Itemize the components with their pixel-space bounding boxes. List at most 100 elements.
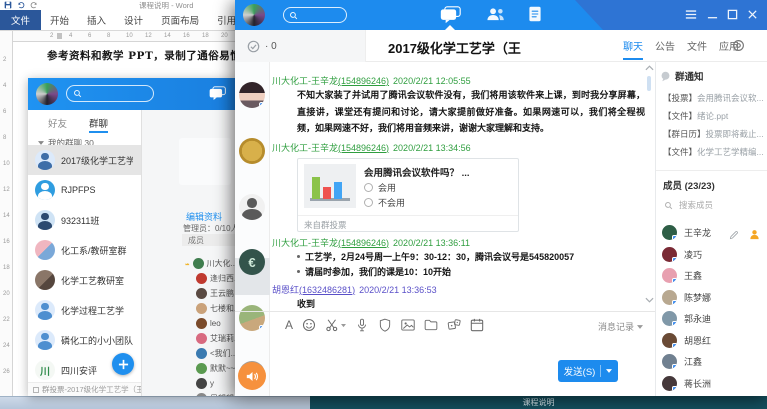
poll-card[interactable]: 会用腾讯会议软件吗？ ...会用不会用来自群投票 (297, 158, 519, 232)
mic-icon[interactable] (355, 318, 369, 332)
screenshot-icon[interactable] (325, 318, 346, 332)
contacts-tab-icon[interactable] (485, 6, 506, 23)
sender-qq-link[interactable]: (154896246) (338, 76, 389, 86)
profile-member-row[interactable]: 默默~~ (142, 361, 235, 376)
guard-icon[interactable] (378, 318, 392, 332)
word-tab[interactable]: 页面布局 (152, 10, 208, 30)
redo-icon[interactable] (30, 1, 38, 9)
gear-icon[interactable] (732, 39, 745, 52)
add-group-button[interactable] (112, 353, 134, 375)
group-list-item[interactable]: RJPFPS (28, 175, 141, 205)
send-button[interactable]: 发送(S) (558, 360, 618, 382)
poll-title: 会用腾讯会议软件吗？ ... (364, 165, 470, 179)
profile-member-row[interactable]: 七楼和.. (142, 301, 235, 316)
group-list-item[interactable]: 磷化工的小小团队 (28, 325, 141, 355)
user-avatar[interactable] (36, 83, 58, 105)
word-tab[interactable]: 文件 (0, 10, 41, 30)
session-avatar[interactable] (239, 82, 265, 108)
emoji-icon[interactable] (302, 318, 316, 332)
radio-icon[interactable] (364, 183, 373, 192)
group-list-item[interactable]: 932311班 (28, 205, 141, 235)
notice-item[interactable]: 【群日历】投票即将截止... (663, 125, 765, 143)
qq-search-input[interactable] (66, 85, 154, 102)
word-tab[interactable]: 开始 (41, 10, 78, 30)
group-list-item[interactable]: 化学过程工艺学 (28, 295, 141, 325)
profile-member-row[interactable]: <我们.. (142, 346, 235, 361)
profile-member-row[interactable]: leo (142, 316, 235, 331)
member-row[interactable]: 陈梦娜 (656, 287, 767, 309)
pencil-icon[interactable] (729, 227, 739, 245)
member-row[interactable]: 蒋长洲 (656, 373, 767, 395)
sender-name[interactable]: 川大化工-王辛龙 (272, 143, 338, 153)
chevron-down-icon[interactable] (645, 297, 654, 303)
sender-name[interactable]: 胡恩红 (272, 285, 299, 295)
chat-tab[interactable]: 公告 (655, 38, 675, 60)
qq-tab-friends[interactable]: 好友 (48, 116, 67, 133)
maximize-icon[interactable] (727, 9, 738, 20)
poll-option[interactable]: 不会用 (364, 196, 405, 209)
sender-qq-link[interactable]: (1632486281) (299, 285, 355, 295)
radio-icon[interactable] (364, 198, 373, 207)
chat-search-input[interactable] (283, 7, 347, 23)
checkin-chip[interactable]: · 0 (235, 30, 366, 62)
member-row[interactable]: 江鑫 (656, 351, 767, 373)
user-avatar[interactable] (243, 4, 265, 26)
ruler-number: 22 (3, 317, 10, 323)
minimize-icon[interactable] (707, 9, 718, 20)
member-row[interactable]: 胡恩红 (656, 330, 767, 352)
profile-member-row[interactable]: 王云鹏 (142, 286, 235, 301)
input-area[interactable]: A 消息记录 发送(S) (270, 311, 655, 396)
chat-tab[interactable]: 聊天 (623, 38, 643, 60)
profile-member-row[interactable]: 川大化.. (142, 256, 235, 271)
shake-icon[interactable] (447, 318, 461, 332)
save-icon[interactable] (4, 1, 12, 9)
chat-tab-icon[interactable] (440, 6, 461, 24)
member-search-input[interactable]: 搜索成员 (664, 199, 713, 211)
close-icon[interactable] (747, 9, 758, 20)
member-row[interactable]: 王辛龙 (656, 222, 767, 244)
chat-tab[interactable]: 文件 (687, 38, 707, 60)
notice-item[interactable]: 【文件】绪论.ppt (663, 107, 765, 125)
session-avatar[interactable] (239, 138, 265, 164)
group-list-item[interactable]: 化工系/教研室群 (28, 235, 141, 265)
session-avatar[interactable] (239, 305, 265, 331)
sender-qq-link[interactable]: (154896246) (338, 238, 389, 248)
sender-name[interactable]: 川大化工-王辛龙 (272, 76, 338, 86)
member-row[interactable]: 凌巧 (656, 244, 767, 266)
session-avatar[interactable] (239, 194, 265, 220)
profile-member-row[interactable]: y (142, 376, 235, 391)
profile-member-row[interactable]: 贝望望 (142, 391, 235, 396)
calendar-icon[interactable] (470, 318, 484, 332)
message-icon[interactable] (209, 86, 226, 101)
chevron-up-icon[interactable] (645, 65, 654, 71)
scrollbar-thumb[interactable] (647, 76, 651, 91)
edit-profile-link[interactable]: 编辑资料 (186, 210, 222, 223)
word-tab[interactable]: 插入 (78, 10, 115, 30)
menu-icon[interactable] (685, 9, 697, 20)
sender-name[interactable]: 川大化工-王辛龙 (272, 238, 338, 248)
folder-icon[interactable] (424, 318, 438, 332)
group-list-item[interactable]: 化学工艺教研室 (28, 265, 141, 295)
qq-status-bar[interactable]: 群投票-2017级化学工艺学（王 (28, 382, 141, 396)
profile-member-row[interactable]: 逢归西.. (142, 271, 235, 286)
notice-item[interactable]: 【文件】化学工艺学精编... (663, 143, 765, 161)
member-row[interactable]: 蒋97340 (656, 394, 767, 396)
indent-marker[interactable] (57, 33, 62, 39)
image-icon[interactable] (401, 318, 415, 332)
bottom-scroll-strip[interactable] (0, 396, 310, 409)
font-icon[interactable]: A (285, 318, 293, 332)
group-list-item[interactable]: 2017级化学工艺学 (3 (28, 145, 141, 175)
session-avatar[interactable]: € (239, 249, 265, 275)
sender-qq-link[interactable]: (154896246) (338, 143, 389, 153)
qq-tab-groups[interactable]: 群聊 (89, 116, 108, 133)
member-row[interactable]: 郭永迪 (656, 308, 767, 330)
message-history-button[interactable]: 消息记录 (598, 320, 643, 333)
undo-icon[interactable] (17, 1, 25, 9)
poll-option[interactable]: 会用 (364, 181, 396, 194)
speaker-button[interactable] (238, 362, 266, 390)
word-tab[interactable]: 设计 (115, 10, 152, 30)
member-row[interactable]: 王鑫 (656, 265, 767, 287)
profile-member-row[interactable]: 艾瑞莉.. (142, 331, 235, 346)
docs-tab-icon[interactable] (527, 5, 543, 23)
notice-item[interactable]: 【投票】会用腾讯会议软... (663, 89, 765, 107)
